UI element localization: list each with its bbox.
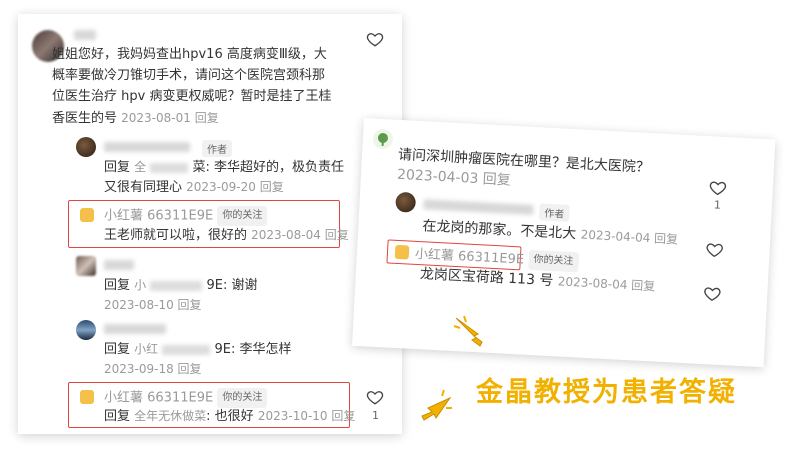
avatar[interactable] — [76, 256, 96, 276]
reply-prefix: 回复 — [104, 409, 131, 424]
avatar[interactable] — [372, 128, 394, 150]
reply-meta[interactable]: 2023-09-18 回复 — [104, 360, 202, 378]
avatar[interactable] — [394, 244, 410, 260]
like-icon[interactable] — [708, 178, 727, 197]
author-badge: 作者 — [202, 140, 232, 157]
reply-text: 回复 全年无休做菜: 也很好 2023-10-10 回复 — [104, 407, 355, 426]
reply-header: 小红薯 66311E9E 你的关注 — [104, 206, 268, 226]
comment-card-right: 请问深圳肿瘤医院在哪里？是北大医院？ 2023-04-03 回复 1 作者 在龙… — [352, 118, 776, 368]
avatar[interactable] — [76, 320, 96, 340]
reply-prefix: 回复 — [104, 278, 131, 293]
reply-header: 小红薯 66311E9E 你的关注 — [104, 388, 268, 408]
like-icon[interactable] — [703, 284, 722, 303]
username-pixelated — [74, 30, 96, 40]
comment-text-line: 概率要做冷刀锥切手术，请问这个医院宫颈科那 — [52, 68, 326, 83]
follow-badge: 你的关注 — [217, 206, 268, 226]
username-pixelated — [104, 324, 166, 334]
comment-text-line: 香医生的号 2023-08-01 回复 — [52, 109, 219, 128]
reply-meta[interactable]: 2023-08-10 回复 — [104, 296, 202, 314]
like-count: 1 — [713, 198, 722, 212]
username[interactable]: 小红薯 66311E9E — [104, 209, 213, 224]
comment-text-end: 香医生的号 — [52, 111, 118, 126]
reply-text: 回复 小红 9E: 李华怎样 — [104, 340, 291, 359]
reply-prefix: 回复 — [104, 342, 131, 357]
pixelated-block — [162, 344, 211, 355]
reply-body: : 也很好 — [206, 409, 254, 424]
reply-body: 9E: 谢谢 — [206, 278, 258, 293]
comment-text-line: 姐姐您好，我妈妈查出hpv16 高度病变Ⅲ级，大 — [52, 47, 327, 62]
mention[interactable]: 全年无休做菜 — [134, 409, 206, 423]
comment-text-line: 位医生治疗 hpv 病变更权威呢？暂时是挂了王桂 — [52, 89, 332, 104]
like-count: 1 — [372, 409, 379, 422]
avatar[interactable] — [395, 191, 417, 213]
author-badge: 作者 — [538, 203, 570, 222]
reply-body: 又很有同理心 — [104, 180, 183, 195]
reply-meta[interactable]: 2023-04-04 回复 — [580, 228, 678, 247]
reply-text: 王老师就可以啦，很好的 2023-08-04 回复 — [104, 226, 349, 245]
avatar[interactable] — [76, 137, 96, 157]
pointing-hand-icon — [452, 314, 488, 348]
reply-meta[interactable]: 2023-10-10 回复 — [258, 409, 356, 423]
reply-meta[interactable]: 2023-08-04 回复 — [557, 274, 655, 293]
avatar[interactable] — [80, 208, 94, 222]
pixelated-block — [150, 280, 203, 291]
username[interactable]: 小红薯 66311E9E — [104, 391, 213, 406]
username-pixelated — [104, 142, 190, 152]
reply-text: 回复 全 菜: 李华超好的，极负责任 — [104, 158, 344, 177]
reply-text: 又很有同理心 2023-09-20 回复 — [104, 178, 284, 197]
reply-body: 菜: 李华超好的，极负责任 — [192, 160, 344, 175]
pixelated-block — [150, 162, 189, 173]
username[interactable]: 小红薯 66311E9E — [415, 247, 525, 268]
reply-text: 回复 小 9E: 谢谢 — [104, 276, 257, 295]
comment-meta[interactable]: 2023-04-03 回复 — [397, 166, 512, 190]
like-icon[interactable] — [705, 240, 724, 259]
username-pixelated — [104, 260, 134, 270]
reply-meta[interactable]: 2023-09-20 回复 — [186, 180, 284, 194]
pointing-hand-icon — [418, 388, 454, 422]
follow-badge: 你的关注 — [527, 249, 579, 273]
comment-meta[interactable]: 2023-08-01 回复 — [121, 111, 219, 125]
reply-body: 王老师就可以啦，很好的 — [104, 228, 248, 243]
username-pixelated — [423, 199, 534, 215]
mention-pixelated: 全 — [134, 160, 147, 174]
mention-pixelated: 小红 — [134, 342, 159, 356]
reply-body: 9E: 李华怎样 — [214, 342, 292, 357]
reply-meta[interactable]: 2023-08-04 回复 — [251, 228, 349, 242]
comment-card-left: 姐姐您好，我妈妈查出hpv16 高度病变Ⅲ级，大 概率要做冷刀锥切手术，请问这个… — [18, 14, 402, 434]
avatar[interactable] — [80, 390, 94, 404]
reply-prefix: 回复 — [104, 160, 131, 175]
caption: 金晶教授为患者答疑 — [476, 377, 737, 408]
mention-pixelated: 小 — [134, 278, 147, 292]
like-icon[interactable] — [366, 388, 384, 406]
reply-body: 在龙岗的那家。不是北大 — [421, 218, 577, 243]
follow-badge: 你的关注 — [217, 388, 268, 408]
like-icon[interactable] — [366, 30, 384, 48]
